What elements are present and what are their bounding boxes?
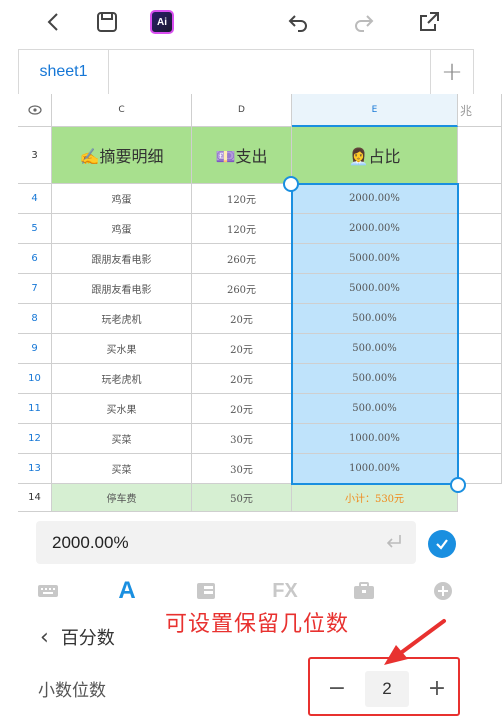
table-cell-expense[interactable]: 260元 — [192, 244, 292, 274]
table-cell-summary[interactable]: 玩老虎机 — [52, 304, 192, 334]
empty-cell[interactable] — [458, 184, 502, 214]
tab-sheet1[interactable]: sheet1 — [19, 50, 109, 94]
insert-icon[interactable] — [423, 574, 463, 608]
sheet-tabs: sheet1 + — [18, 49, 474, 94]
total-cell-expense[interactable]: 50元 — [192, 484, 292, 512]
formula-input[interactable]: 2000.00% — [36, 521, 416, 564]
selection-handle-bottom[interactable] — [450, 477, 466, 493]
row-header[interactable]: 7 — [18, 274, 52, 304]
header-cell-summary[interactable]: ✍摘要明细 — [52, 127, 192, 184]
percent-back-button[interactable]: ‹ 百分数 — [40, 622, 115, 652]
table-cell-summary[interactable]: 跟朋友看电影 — [52, 274, 192, 304]
increment-button[interactable]: + — [422, 673, 452, 703]
ai-label: Ai — [150, 10, 174, 34]
share-icon[interactable] — [415, 8, 443, 36]
table-cell-summary[interactable]: 买菜 — [52, 424, 192, 454]
row-header[interactable]: 5 — [18, 214, 52, 244]
format-tabs: A FX — [0, 574, 502, 608]
total-cell-label[interactable]: 停车费 — [52, 484, 192, 512]
table-cell-expense[interactable]: 20元 — [192, 334, 292, 364]
empty-cell[interactable] — [458, 274, 502, 304]
table-cell-ratio[interactable]: 1000.00% — [292, 454, 458, 484]
save-icon[interactable] — [93, 8, 121, 36]
table-cell-expense[interactable]: 30元 — [192, 454, 292, 484]
header-cell-ratio[interactable]: 👩‍💼占比 — [292, 127, 458, 184]
table-cell-expense[interactable]: 120元 — [192, 184, 292, 214]
table-cell-summary[interactable]: 买水果 — [52, 394, 192, 424]
row-header[interactable]: 6 — [18, 244, 52, 274]
table-cell-ratio[interactable]: 2000.00% — [292, 184, 458, 214]
table-cell-expense[interactable]: 20元 — [192, 364, 292, 394]
table-cell-expense[interactable]: 30元 — [192, 424, 292, 454]
row-header[interactable]: 12 — [18, 424, 52, 454]
annotation-text: 可设置保留几位数 — [165, 612, 350, 637]
table-cell-summary[interactable]: 鸡蛋 — [52, 184, 192, 214]
row-header[interactable]: 8 — [18, 304, 52, 334]
row-header[interactable]: 14 — [18, 484, 52, 512]
table-cell-expense[interactable]: 120元 — [192, 214, 292, 244]
empty-cell[interactable] — [458, 394, 502, 424]
toolbox-icon[interactable] — [344, 574, 384, 608]
empty-cell[interactable] — [458, 424, 502, 454]
enter-icon[interactable] — [384, 532, 404, 552]
table-cell-ratio[interactable]: 2000.00% — [292, 214, 458, 244]
row-header[interactable]: 9 — [18, 334, 52, 364]
cell-format-icon[interactable] — [186, 574, 226, 608]
formula-value: 2000.00% — [52, 532, 129, 552]
text-format-tab[interactable]: A — [107, 574, 147, 608]
ai-icon[interactable]: Ai — [148, 8, 176, 36]
table-cell-summary[interactable]: 买水果 — [52, 334, 192, 364]
undo-icon[interactable] — [284, 8, 312, 36]
decimals-label: 小数位数 — [38, 681, 106, 701]
table-cell-ratio[interactable]: 500.00% — [292, 364, 458, 394]
row-header[interactable]: 13 — [18, 454, 52, 484]
empty-cell[interactable] — [458, 214, 502, 244]
panel-title: 百分数 — [60, 628, 115, 649]
chevron-left-icon[interactable] — [40, 8, 68, 36]
table-cell-summary[interactable]: 鸡蛋 — [52, 214, 192, 244]
table-cell-summary[interactable]: 玩老虎机 — [52, 364, 192, 394]
header-cell-expense[interactable]: 💷支出 — [192, 127, 292, 184]
table-cell-ratio[interactable]: 1000.00% — [292, 424, 458, 454]
table-cell-summary[interactable]: 买菜 — [52, 454, 192, 484]
empty-cell[interactable] — [458, 364, 502, 394]
row-header[interactable]: 11 — [18, 394, 52, 424]
selection-handle-top[interactable] — [283, 176, 299, 192]
empty-cell[interactable] — [458, 244, 502, 274]
add-sheet-button[interactable]: + — [430, 50, 473, 94]
empty-cell[interactable] — [458, 334, 502, 364]
top-toolbar: Ai — [0, 0, 502, 44]
empty-cell[interactable] — [458, 304, 502, 334]
decrement-button[interactable]: − — [322, 673, 352, 703]
fx-tab[interactable]: FX — [265, 574, 305, 608]
eye-icon[interactable] — [18, 94, 52, 127]
table-cell-expense[interactable]: 260元 — [192, 274, 292, 304]
table-cell-ratio[interactable]: 5000.00% — [292, 244, 458, 274]
table-cell-ratio[interactable]: 500.00% — [292, 304, 458, 334]
table-cell-expense[interactable]: 20元 — [192, 304, 292, 334]
column-header-c[interactable]: C — [52, 94, 192, 127]
table-cell-ratio[interactable]: 500.00% — [292, 394, 458, 424]
row-header[interactable]: 3 — [18, 127, 52, 184]
column-header-partial: 兆 — [458, 94, 502, 127]
keyboard-icon[interactable] — [28, 574, 68, 608]
row-header[interactable]: 10 — [18, 364, 52, 394]
table-cell-ratio[interactable]: 500.00% — [292, 334, 458, 364]
subtotal-cell[interactable]: 小计：530元 — [292, 484, 458, 512]
confirm-button[interactable] — [428, 530, 456, 558]
table-cell-summary[interactable]: 跟朋友看电影 — [52, 244, 192, 274]
chevron-left-icon: ‹ — [40, 624, 49, 650]
column-header-e[interactable]: E — [292, 94, 458, 127]
check-icon — [436, 539, 448, 550]
table-cell-ratio[interactable]: 5000.00% — [292, 274, 458, 304]
decimals-value[interactable]: 2 — [365, 671, 409, 707]
table-cell-expense[interactable]: 20元 — [192, 394, 292, 424]
spreadsheet-grid[interactable]: C D E 兆 3 ✍摘要明细 💷支出 👩‍💼占比 4 鸡蛋 120元 2000.00… — [18, 94, 502, 512]
row-header[interactable]: 4 — [18, 184, 52, 214]
empty-cell[interactable] — [458, 127, 502, 184]
redo-icon[interactable] — [350, 8, 378, 36]
column-header-d[interactable]: D — [192, 94, 292, 127]
